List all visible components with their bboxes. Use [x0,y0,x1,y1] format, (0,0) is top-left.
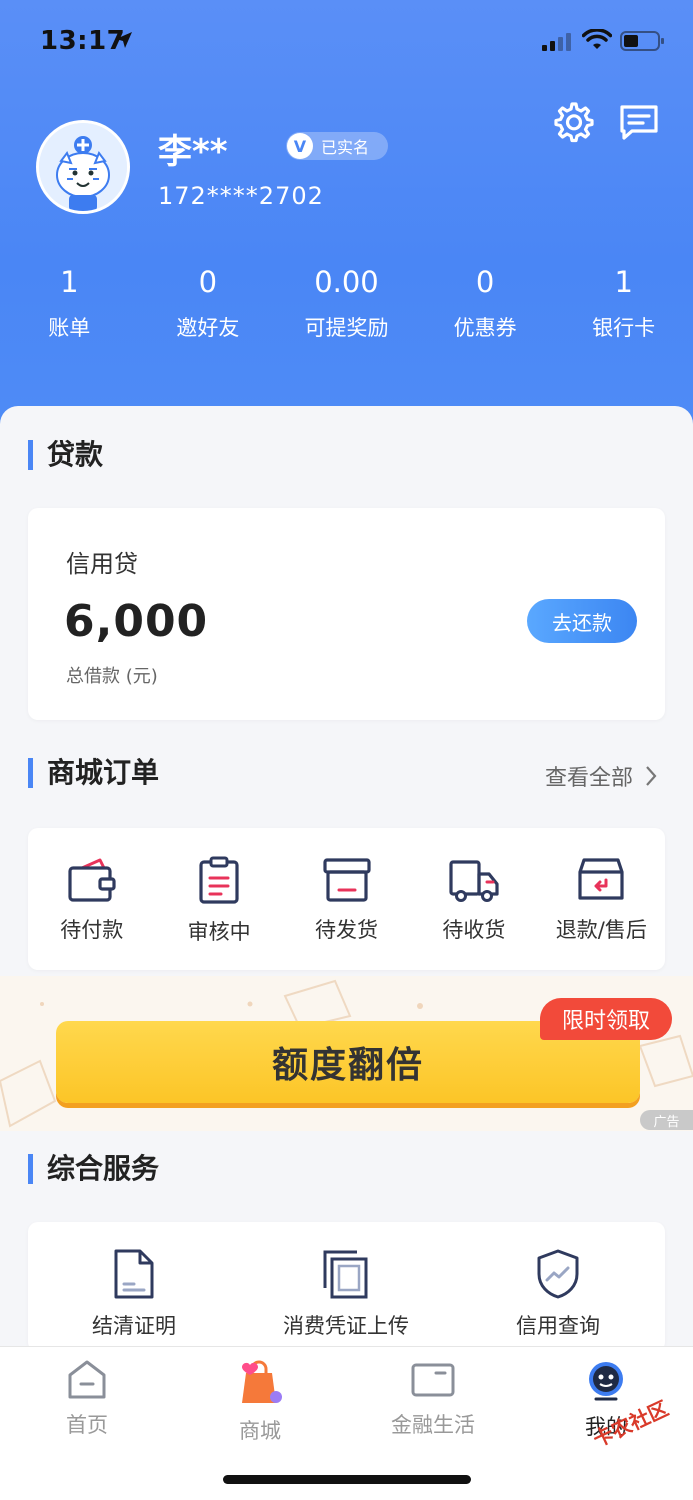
chevron-right-icon [646,766,657,786]
stat-value: 0 [475,265,495,299]
avatar[interactable] [36,120,130,214]
section-title-services: 综合服务 [28,1154,159,1184]
view-all-label: 查看全部 [545,766,634,791]
cellular-signal-icon [542,33,571,51]
tab-label: 金融生活 [391,1413,475,1437]
services-card: 结清证明 消费凭证上传 信用查询 [28,1222,665,1352]
return-box-icon [578,858,624,900]
stats-row: 1 账单 0 邀好友 0.00 可提奖励 0 优惠券 1 银行卡 [0,262,693,342]
status-time: 13:17 [40,26,126,56]
order-label: 待收货 [442,918,506,942]
loan-amount: 6,000 [64,596,209,647]
user-name: 李** [158,132,228,172]
tab-mall[interactable]: 商城 [200,1359,320,1445]
battery-icon [620,31,664,51]
verified-label: 已实名 [321,138,370,157]
view-all-orders-link[interactable]: 查看全部 [545,760,657,792]
stat-value: 1 [614,265,633,299]
order-label: 待付款 [60,918,124,942]
stat-label: 账单 [48,316,91,340]
order-awaiting-receipt[interactable]: 待收货 [410,828,537,970]
document-icon [114,1249,154,1299]
stat-withdrawable-reward[interactable]: 0.00 可提奖励 [277,262,416,342]
shopping-bag-icon [242,1360,282,1403]
box-icon [322,858,371,902]
order-pending-payment[interactable]: 待付款 [28,828,155,970]
status-bar: 13:17 [0,0,693,84]
tab-home[interactable]: 首页 [27,1359,147,1439]
card-icon [411,1363,455,1397]
stat-label: 邀好友 [176,316,240,340]
promo-banner[interactable]: 额度翻倍 限时领取 广告 [0,976,693,1131]
repay-button[interactable]: 去还款 [527,599,637,643]
tab-finance-life[interactable]: 金融生活 [373,1359,493,1439]
home-indicator[interactable] [223,1475,471,1484]
order-label: 待发货 [315,918,379,942]
message-icon[interactable] [618,103,660,143]
verified-badge: V 已实名 [286,132,388,160]
user-phone: 172****2702 [158,182,324,210]
wallet-icon [68,858,116,902]
wifi-icon [582,29,612,49]
stat-label: 银行卡 [592,316,656,340]
stat-coupons[interactable]: 0 优惠券 [416,262,555,342]
stat-value: 0.00 [314,265,379,299]
section-title-loan: 贷款 [28,440,103,470]
stat-label: 优惠券 [453,316,517,340]
stat-bills[interactable]: 1 账单 [0,262,139,342]
truck-icon [449,860,499,902]
service-label: 信用查询 [516,1314,600,1338]
orders-card: 待付款 审核中 待发货 待收货 退款/售后 [28,828,665,970]
stat-invite-friends[interactable]: 0 邀好友 [139,262,278,342]
stat-value: 0 [198,265,218,299]
stat-bank-cards[interactable]: 1 银行卡 [554,262,693,342]
service-label: 消费凭证上传 [283,1314,409,1338]
clipboard-icon [199,856,239,904]
loan-product-name: 信用贷 [66,550,138,578]
order-under-review[interactable]: 审核中 [155,828,282,970]
order-label: 退款/售后 [555,918,647,942]
home-icon [68,1360,106,1399]
gear-icon[interactable] [552,100,596,144]
service-settlement-certificate[interactable]: 结清证明 [28,1222,240,1352]
shield-chart-icon [537,1249,579,1299]
ad-label: 广告 [640,1110,693,1130]
tab-label: 商城 [239,1419,281,1443]
order-refund-after-sales[interactable]: 退款/售后 [538,828,665,970]
order-label: 审核中 [187,920,251,944]
verified-v-icon: V [287,133,313,159]
service-credit-inquiry[interactable]: 信用查询 [452,1222,664,1352]
tab-label: 首页 [66,1413,108,1437]
loan-card[interactable]: 信用贷 6,000 总借款 (元) 去还款 [28,508,665,720]
section-title-orders: 商城订单 [28,758,159,788]
copy-stack-icon [323,1250,368,1299]
tiger-avatar-icon [39,123,127,211]
order-awaiting-shipment[interactable]: 待发货 [283,828,410,970]
profile-icon [589,1362,623,1401]
stat-label: 可提奖励 [304,316,389,340]
stat-value: 1 [60,265,79,299]
limited-time-tag: 限时领取 [540,998,672,1040]
location-arrow-icon [116,32,132,48]
loan-amount-label: 总借款 (元) [66,666,158,687]
service-consumption-voucher-upload[interactable]: 消费凭证上传 [240,1222,452,1352]
service-label: 结清证明 [92,1314,176,1338]
